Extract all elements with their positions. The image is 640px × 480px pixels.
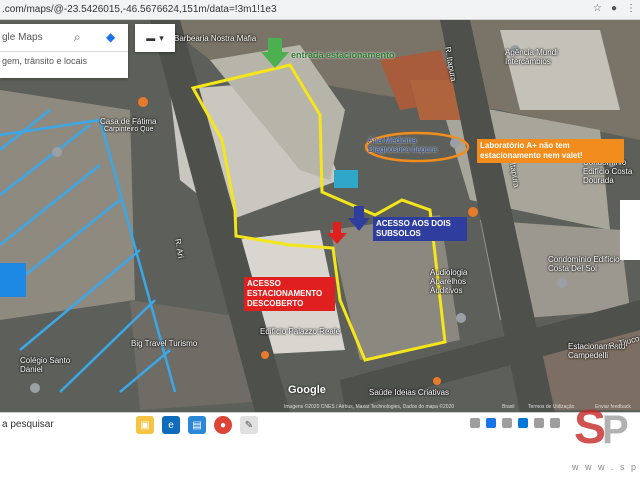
layers-button[interactable]: ▬ ▾ bbox=[135, 24, 175, 52]
watermark-area bbox=[0, 436, 640, 480]
address-bar[interactable]: .com/maps/@-23.5426015,-46.5676624,151m/… bbox=[0, 0, 640, 20]
map-label[interactable]: Casa de Fátima bbox=[100, 117, 156, 126]
chevron-down-icon: ▾ bbox=[159, 32, 164, 43]
tray-icon[interactable] bbox=[518, 418, 528, 428]
map-label[interactable]: Audiologia Aparelhos Auditivos bbox=[430, 268, 495, 295]
watermark-site: w w w . s p i m . bbox=[572, 462, 640, 472]
star-icon[interactable]: ☆ bbox=[593, 3, 602, 14]
two-basements-label: ACESSO AOS DOIS SUBSOLOS bbox=[373, 217, 467, 241]
taskbar-apps: ▣ e ▤ ● ✎ bbox=[136, 416, 258, 434]
map-label[interactable]: Big Travel Turismo bbox=[131, 339, 197, 348]
google-logo: Google bbox=[288, 384, 326, 396]
map-attribution: Imagens ©2020 CNES / Airbus, Maxar Techn… bbox=[284, 404, 455, 410]
tray-icon[interactable] bbox=[470, 418, 480, 428]
map-label[interactable]: Saúde Ideias Criativas bbox=[369, 388, 449, 397]
country-label[interactable]: Brasil bbox=[502, 404, 515, 410]
satellite-map[interactable]: Barbearia Nostra Mafia Agência Mundi Int… bbox=[0, 20, 640, 412]
tray-icon[interactable] bbox=[486, 418, 496, 428]
taskbar-search[interactable]: a pesquisar bbox=[2, 419, 54, 430]
paint-icon[interactable]: ✎ bbox=[240, 416, 258, 434]
search-icon[interactable]: ⌕ bbox=[74, 30, 81, 45]
entrance-label: entrada estacionamento bbox=[291, 50, 395, 60]
divider bbox=[0, 51, 128, 52]
spim-logo: S P bbox=[574, 401, 629, 454]
terms-link[interactable]: Termos de Utilização bbox=[528, 404, 574, 410]
maps-search-panel[interactable]: gle Maps ⌕ ◆ gem, trânsito e locais bbox=[0, 24, 128, 78]
map-imagery bbox=[0, 20, 640, 412]
map-side-control[interactable] bbox=[620, 200, 640, 260]
taskbar: a pesquisar ▣ e ▤ ● ✎ bbox=[0, 412, 640, 436]
menu-icon[interactable]: ⋮ bbox=[626, 3, 636, 14]
store-icon[interactable]: ▤ bbox=[188, 416, 206, 434]
map-label[interactable]: Carpinteiro Que bbox=[104, 126, 153, 133]
map-label[interactable]: Ana Medicina Diagnóstica Itapura bbox=[368, 136, 458, 154]
system-tray bbox=[470, 418, 560, 428]
tray-icon[interactable] bbox=[502, 418, 512, 428]
url-text[interactable]: .com/maps/@-23.5426015,-46.5676624,151m/… bbox=[0, 4, 277, 15]
directions-icon[interactable]: ◆ bbox=[106, 30, 115, 44]
lab-note-label: Laboratório A+ não tem estacionamento ne… bbox=[477, 139, 624, 163]
chrome-icon[interactable]: ● bbox=[214, 416, 232, 434]
open-parking-label: ACESSO ESTACIONAMENTO DESCOBERTO bbox=[244, 277, 335, 311]
map-label[interactable]: Colégio Santo Daniel bbox=[20, 356, 80, 374]
map-label[interactable]: Barbearia Nostra Mafia bbox=[174, 34, 256, 43]
profile-icon[interactable]: ● bbox=[611, 3, 617, 14]
svg-text:P: P bbox=[602, 408, 629, 452]
maps-search-subtitle[interactable]: gem, trânsito e locais bbox=[2, 56, 87, 66]
blue-panel bbox=[0, 263, 26, 297]
maps-search-title[interactable]: gle Maps bbox=[2, 32, 43, 43]
screenshot: .com/maps/@-23.5426015,-46.5676624,151m/… bbox=[0, 0, 640, 480]
map-label[interactable]: Agência Mundi Intercâmbios bbox=[505, 48, 575, 66]
layers-icon: ▬ bbox=[146, 33, 156, 43]
tray-icon[interactable] bbox=[550, 418, 560, 428]
tray-icon[interactable] bbox=[534, 418, 544, 428]
map-label[interactable]: Edifício Palazzo Reale bbox=[260, 327, 340, 336]
addressbar-icons: ☆ ● ⋮ bbox=[593, 3, 636, 14]
edge-icon[interactable]: e bbox=[162, 416, 180, 434]
file-explorer-icon[interactable]: ▣ bbox=[136, 416, 154, 434]
